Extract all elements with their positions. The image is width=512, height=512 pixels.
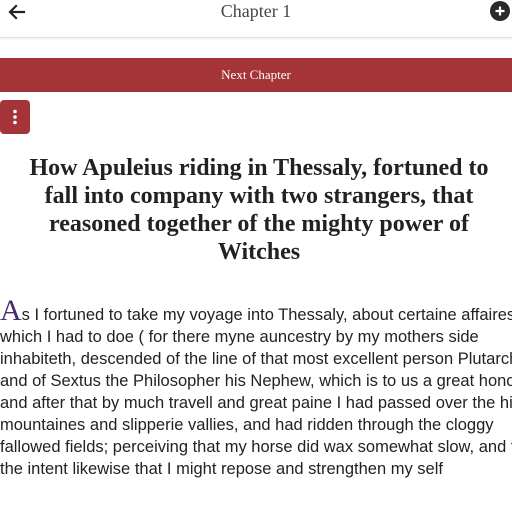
add-button[interactable] [490,1,510,21]
chapter-body: As I fortuned to take my voyage into The… [0,296,512,480]
plus-circle-icon [495,6,505,16]
chapter-body-text: s I fortuned to take my voyage into Thes… [0,306,512,478]
page-title: Chapter 1 [220,1,292,21]
vertical-dots-icon [13,109,17,125]
drop-cap: A [0,294,22,327]
next-chapter-button[interactable]: Next Chapter [0,58,512,92]
options-menu-button[interactable] [0,100,30,134]
next-chapter-label: Next Chapter [221,67,291,82]
top-app-bar: Chapter 1 [0,0,512,38]
chapter-heading: How Apuleius riding in Thessaly, fortune… [29,155,489,265]
